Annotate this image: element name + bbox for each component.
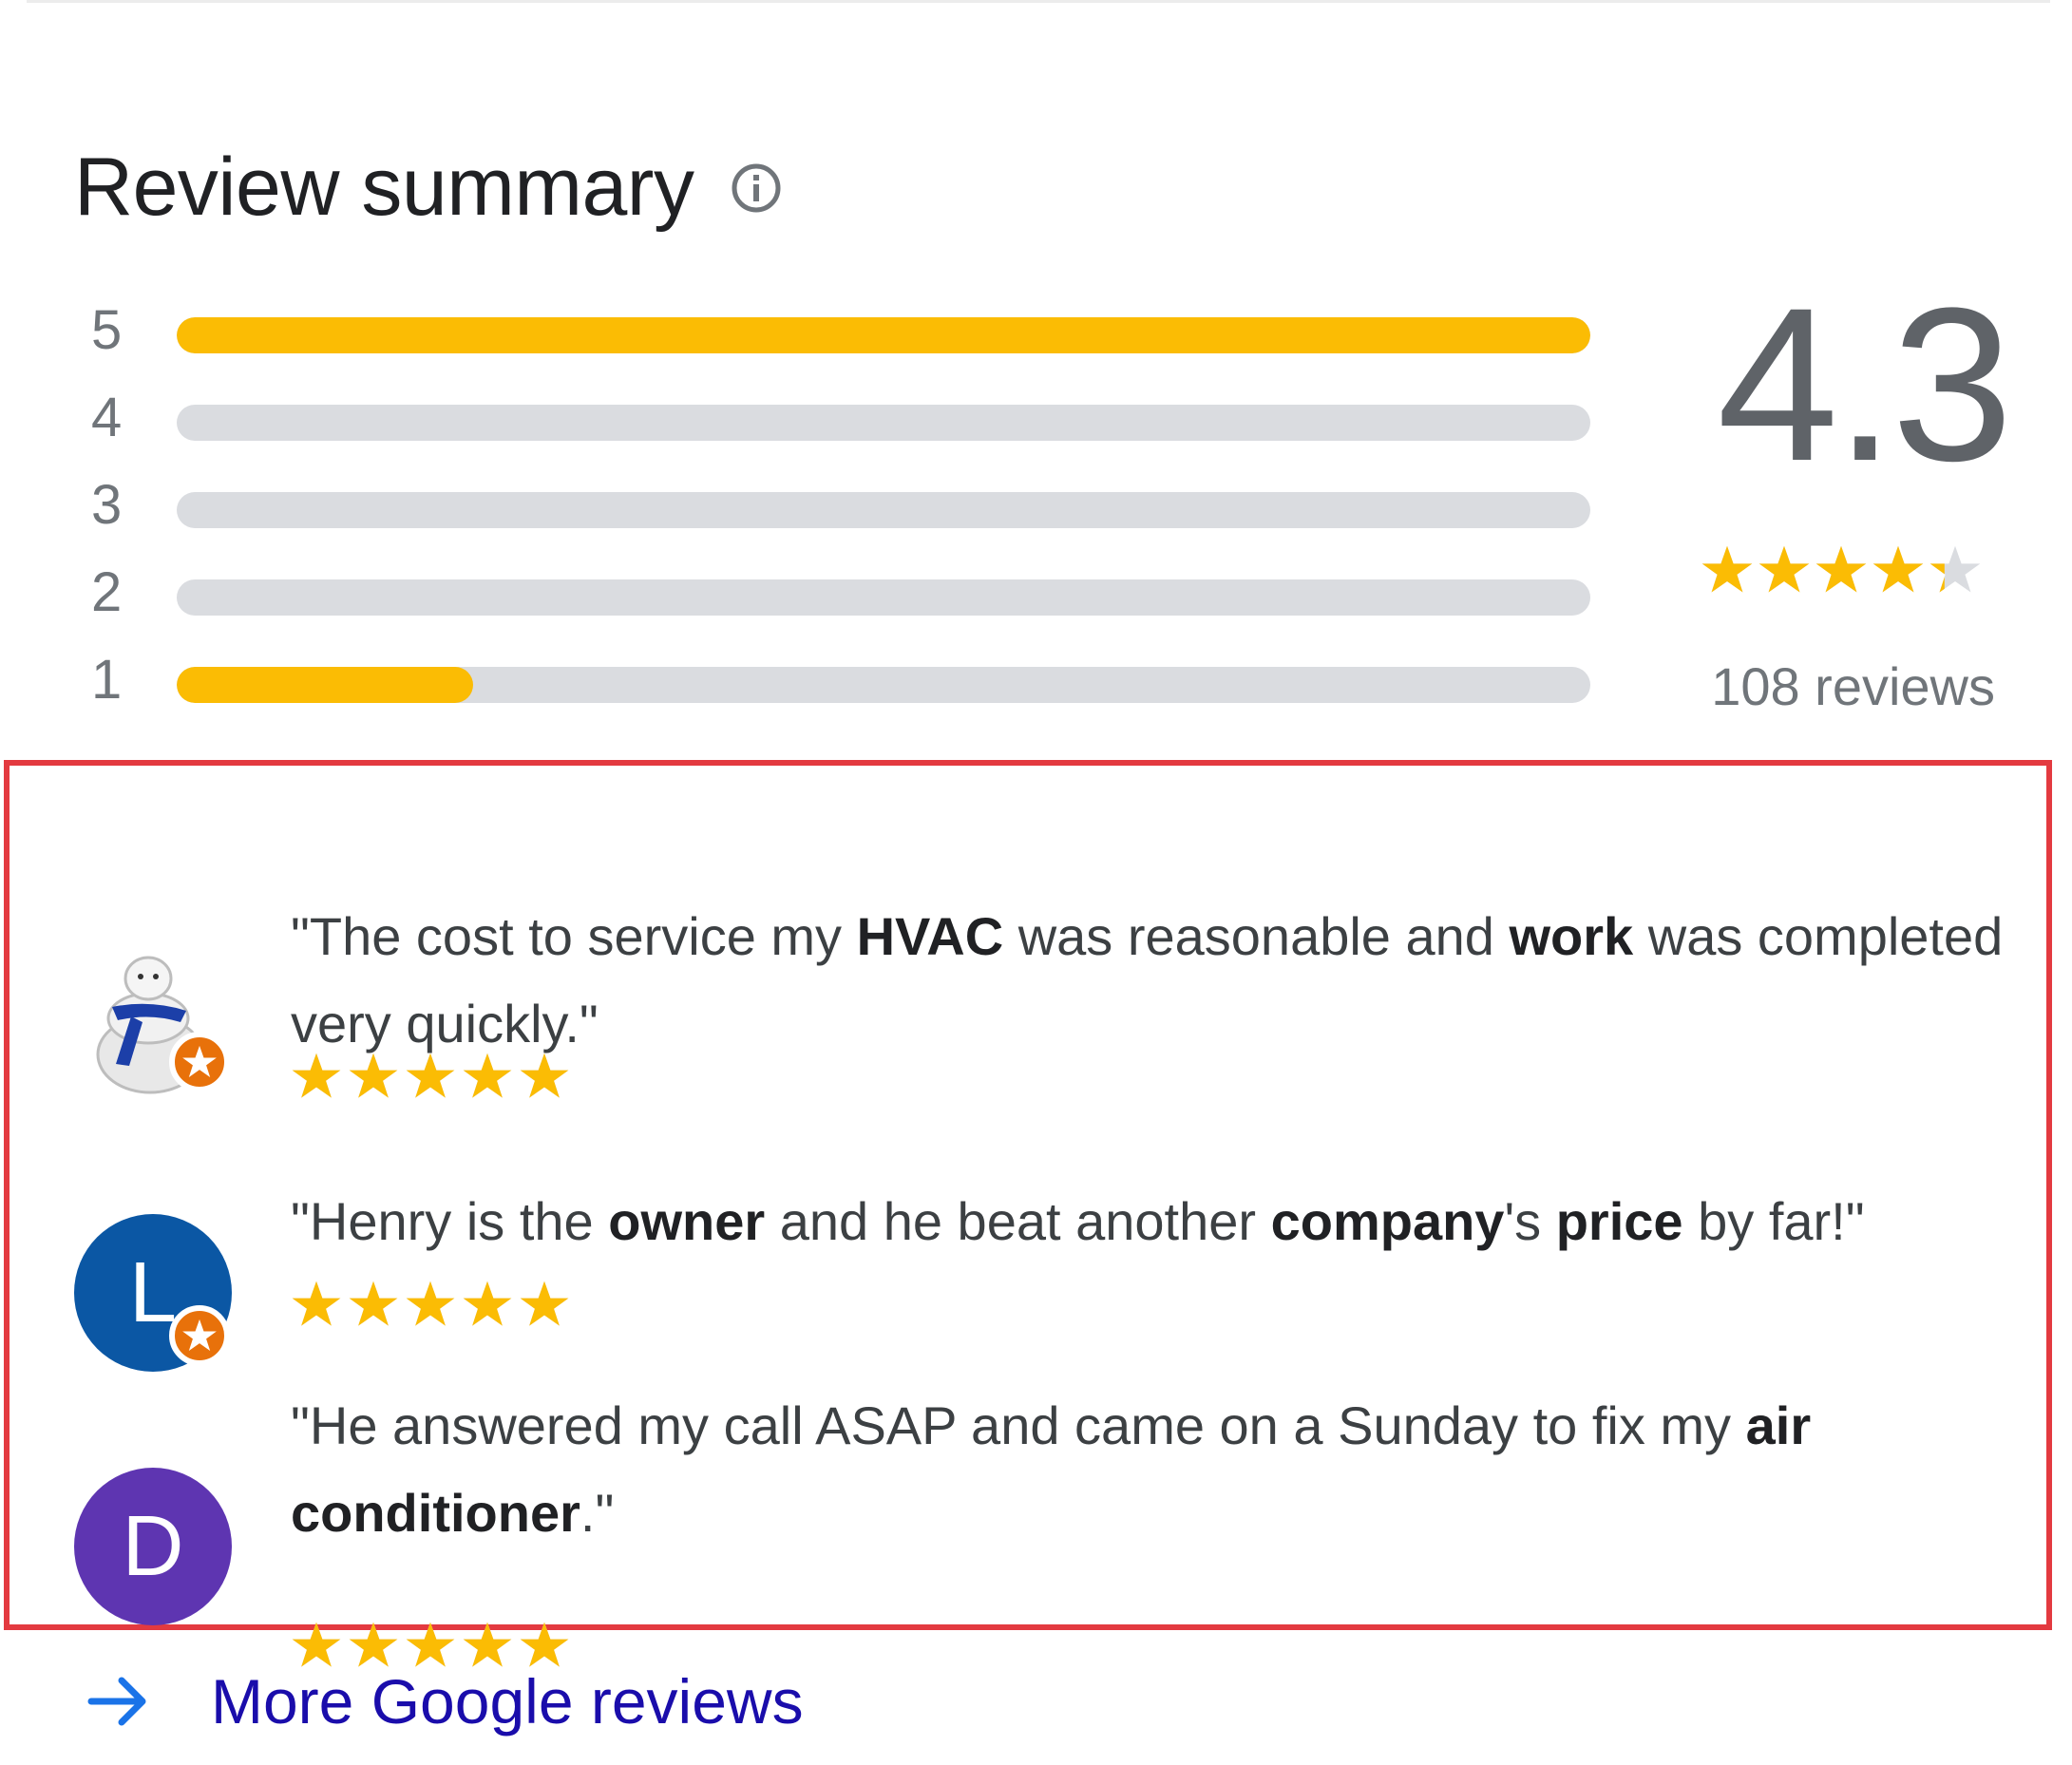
quote-keyword: company — [1270, 1191, 1505, 1251]
average-rating: 4.3 — [1717, 262, 2013, 506]
quote-text: was reasonable and — [1003, 906, 1510, 966]
quote-text: by far!" — [1682, 1191, 1865, 1251]
letter-avatar[interactable]: D — [74, 1468, 232, 1625]
local-guide-badge-icon — [169, 1032, 230, 1092]
more-google-reviews-label[interactable]: More Google reviews — [211, 1665, 804, 1737]
review-quote: "The cost to service my HVAC was reasona… — [291, 893, 2020, 1068]
star-icon — [463, 1622, 512, 1667]
star-icon — [406, 1053, 455, 1098]
rating-bar-track — [177, 667, 1590, 703]
rating-row-label: 5 — [91, 299, 123, 361]
star-icon — [520, 1053, 569, 1098]
quote-keyword: price — [1555, 1191, 1683, 1251]
rating-bar-fill — [177, 667, 474, 703]
review-count[interactable]: 108 reviews — [1682, 655, 1995, 717]
rating-row-label: 1 — [91, 649, 123, 711]
star-icon — [349, 1622, 398, 1667]
review-rating-stars — [292, 1053, 569, 1098]
rating-row-5: 5 — [91, 302, 1592, 359]
star-icon — [292, 1622, 341, 1667]
review-snippet[interactable]: "The cost to service my HVAC was reasona… — [74, 893, 2022, 1178]
review-rating-stars — [292, 1281, 569, 1326]
star-icon — [520, 1622, 569, 1667]
quote-keyword: owner — [608, 1191, 766, 1251]
star-icon — [1872, 545, 1924, 593]
rating-row-4: 4 — [91, 389, 1592, 446]
star-icon — [1929, 545, 1981, 593]
arrow-right-icon — [87, 1677, 146, 1726]
quote-keyword: HVAC — [856, 906, 1004, 966]
star-icon — [292, 1281, 341, 1326]
star-icon — [520, 1281, 569, 1326]
rating-row-label: 4 — [91, 387, 123, 448]
quote-text: 's — [1504, 1191, 1556, 1251]
review-snippet[interactable]: D "He answered my call ASAP and came on a… — [74, 1392, 2022, 1677]
star-icon — [406, 1281, 455, 1326]
quote-text: ." — [580, 1483, 615, 1543]
rating-bar-fill — [177, 317, 1590, 353]
review-summary-title: Review summary — [74, 142, 694, 233]
quote-keyword: work — [1509, 906, 1634, 966]
rating-row-2: 2 — [91, 564, 1592, 621]
rating-bar-track — [177, 579, 1590, 616]
star-icon — [292, 1053, 341, 1098]
mascot-avatar[interactable] — [74, 940, 232, 1098]
info-icon[interactable] — [730, 161, 783, 215]
review-summary-panel: Review summary 5 4 3 2 1 4.3 108 reviews "Th… — [0, 0, 2072, 1765]
letter-avatar[interactable]: L — [74, 1214, 232, 1372]
review-summary-header: Review summary — [74, 141, 783, 235]
rating-row-1: 1 — [91, 652, 1592, 709]
rating-row-label: 3 — [91, 474, 123, 536]
star-icon — [349, 1053, 398, 1098]
rating-row-3: 3 — [91, 477, 1592, 534]
star-icon — [1758, 545, 1810, 593]
average-rating-stars — [1701, 545, 1981, 593]
rating-bar-track — [177, 405, 1590, 441]
star-icon — [349, 1281, 398, 1326]
star-icon — [406, 1622, 455, 1667]
star-icon — [463, 1281, 512, 1326]
star-icon — [1701, 545, 1753, 593]
top-divider — [27, 0, 2050, 3]
more-google-reviews-link[interactable]: More Google reviews — [86, 1665, 804, 1737]
quote-text: and he beat another — [765, 1191, 1271, 1251]
review-quote: "Henry is the owner and he beat another … — [291, 1178, 2020, 1265]
quote-text: "The cost to service my — [291, 906, 857, 966]
rating-bar-track — [177, 492, 1590, 528]
star-icon — [463, 1053, 512, 1098]
rating-bar-track — [177, 317, 1590, 353]
rating-row-label: 2 — [91, 561, 123, 623]
review-quote: "He answered my call ASAP and came on a … — [291, 1382, 2020, 1557]
star-icon — [1815, 545, 1867, 593]
local-guide-badge-icon — [169, 1305, 230, 1366]
quote-text: "Henry is the — [291, 1191, 609, 1251]
avatar-initial: D — [122, 1498, 184, 1594]
quote-text: "He answered my call ASAP and came on a … — [291, 1395, 1746, 1455]
